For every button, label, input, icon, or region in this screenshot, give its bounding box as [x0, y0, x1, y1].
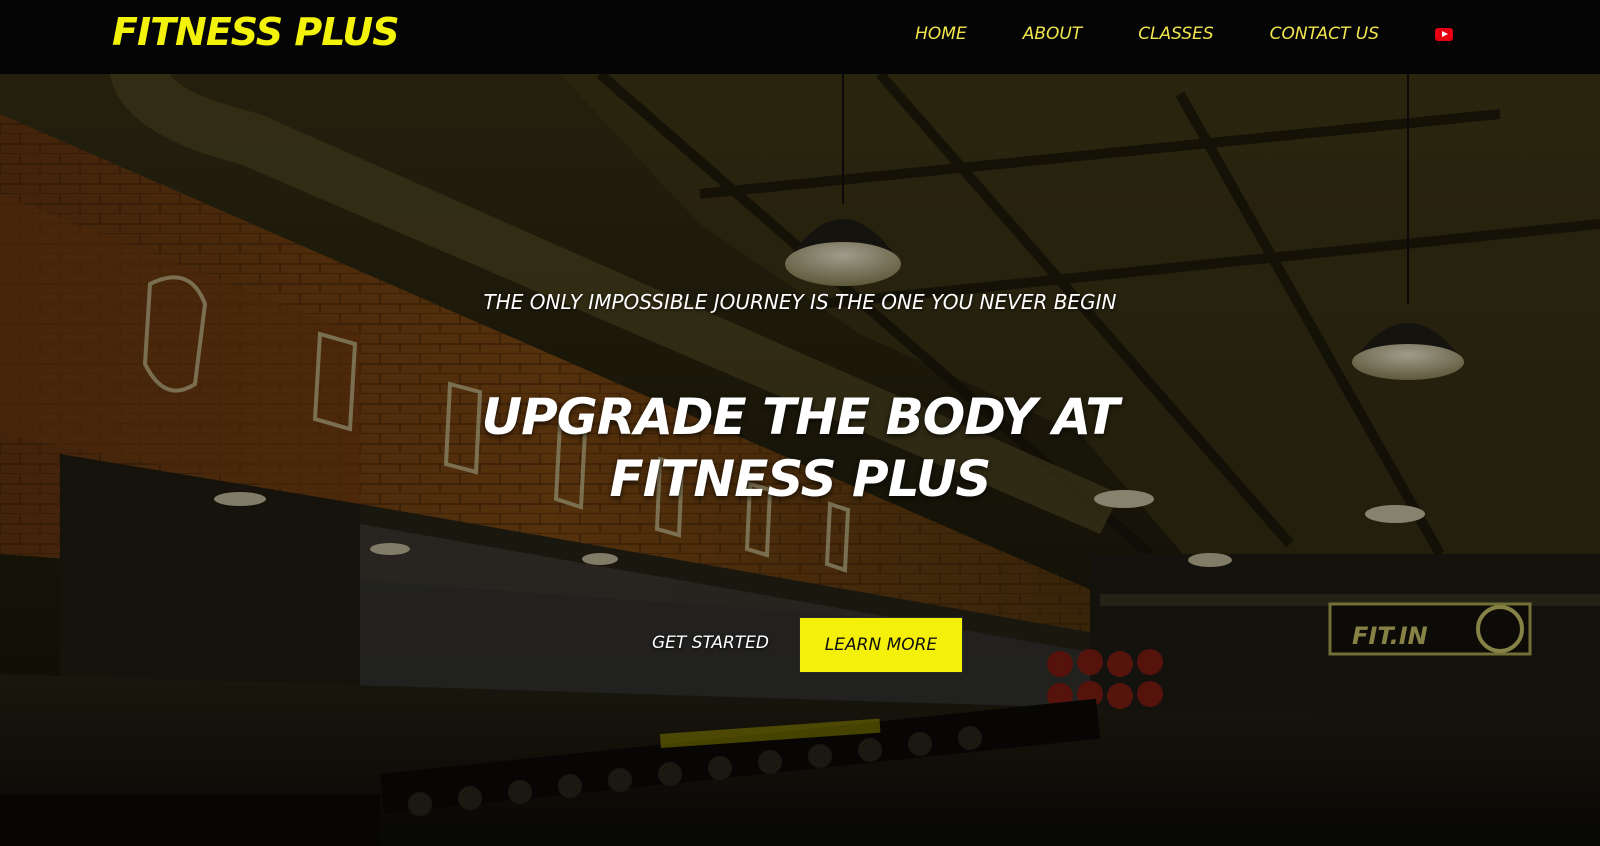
navbar: FITNESS PLUS HOME ABOUT CLASSES CONTACT … — [0, 0, 1600, 74]
nav-classes[interactable]: CLASSES — [1138, 24, 1213, 44]
learn-more-button[interactable]: LEARN MORE — [799, 617, 963, 673]
hero-section: FIT.IN THE ONLY IMPOSSIBLE JOURNEY IS TH… — [0, 74, 1600, 846]
nav-home[interactable]: HOME — [915, 24, 967, 44]
cta-row: GET STARTED LEARN MORE — [0, 617, 1600, 675]
youtube-icon[interactable] — [1435, 27, 1453, 41]
nav-links: HOME ABOUT CLASSES CONTACT US — [915, 22, 1453, 46]
nav-about[interactable]: ABOUT — [1023, 24, 1083, 44]
hero-tagline: THE ONLY IMPOSSIBLE JOURNEY IS THE ONE Y… — [483, 290, 1117, 314]
get-started-button[interactable]: GET STARTED — [652, 633, 769, 653]
brand-logo[interactable]: FITNESS PLUS — [112, 10, 400, 54]
nav-contact-us[interactable]: CONTACT US — [1270, 24, 1379, 44]
hero-headline: UPGRADE THE BODY AT FITNESS PLUS — [481, 388, 1120, 508]
